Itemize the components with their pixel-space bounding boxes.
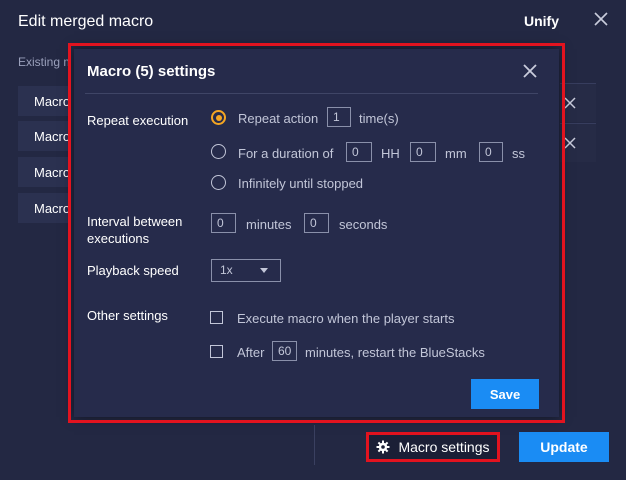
interval-minutes-unit: minutes: [246, 217, 292, 232]
minutes-unit-label: mm: [445, 146, 467, 161]
duration-minutes-input[interactable]: 0: [410, 142, 436, 162]
repeat-action-radio[interactable]: [211, 110, 226, 125]
duration-seconds-input[interactable]: 0: [479, 142, 503, 162]
hours-unit-label: HH: [381, 146, 400, 161]
restart-suffix-label: minutes, restart the BlueStacks: [305, 345, 485, 360]
close-icon[interactable]: [592, 10, 610, 28]
execute-on-start-checkbox[interactable]: [210, 311, 223, 324]
macro-settings-button[interactable]: Macro settings: [366, 432, 500, 462]
repeat-execution-label: Repeat execution: [87, 113, 189, 128]
modal-title: Macro (5) settings: [87, 63, 216, 80]
gear-icon: [376, 440, 390, 454]
restart-checkbox[interactable]: [210, 345, 223, 358]
close-icon[interactable]: [520, 61, 540, 81]
interval-label: Interval between executions: [87, 214, 183, 246]
dialog-title: Edit merged macro: [18, 13, 154, 30]
existing-macros-label: Existing macros: [18, 55, 70, 69]
list-item-remove-area: [560, 83, 596, 122]
playback-speed-label: Playback speed: [87, 263, 179, 278]
caret-down-icon: [260, 268, 268, 273]
infinite-radio[interactable]: [211, 175, 226, 190]
interval-seconds-unit: seconds: [339, 217, 388, 232]
execute-on-start-label: Execute macro when the player starts: [237, 311, 455, 326]
list-item-label: Macro: [34, 94, 71, 109]
list-item-label: Macro: [34, 165, 71, 180]
other-settings-label: Other settings: [87, 308, 168, 323]
update-button[interactable]: Update: [519, 432, 609, 462]
list-item[interactable]: Macro: [18, 157, 70, 187]
remove-icon[interactable]: [563, 96, 577, 110]
infinite-label: Infinitely until stopped: [238, 176, 364, 191]
list-item-remove-area: [560, 123, 596, 162]
remove-icon[interactable]: [563, 136, 577, 150]
list-item-label: Macro: [34, 201, 71, 216]
save-button[interactable]: Save: [471, 379, 539, 409]
restart-minutes-input[interactable]: 60: [272, 341, 297, 361]
duration-label: For a duration of: [238, 146, 334, 161]
divider: [85, 93, 538, 94]
duration-hours-input[interactable]: 0: [346, 142, 372, 162]
playback-speed-select[interactable]: 1x: [211, 259, 281, 282]
divider: [314, 425, 315, 465]
interval-seconds-input[interactable]: 0: [304, 213, 329, 233]
unify-button[interactable]: Unify: [524, 13, 559, 29]
repeat-unit-label: time(s): [359, 111, 399, 126]
seconds-unit-label: ss: [512, 146, 525, 161]
restart-prefix-label: After: [237, 345, 265, 360]
duration-radio[interactable]: [211, 144, 226, 159]
list-item[interactable]: Macro: [18, 193, 70, 223]
list-item[interactable]: Macro: [18, 121, 70, 151]
playback-speed-value: 1x: [220, 263, 233, 277]
list-item-label: Macro: [34, 129, 71, 144]
list-item[interactable]: Macro: [18, 86, 70, 116]
repeat-count-input[interactable]: 1: [327, 107, 351, 127]
macro-settings-label: Macro settings: [398, 439, 490, 455]
repeat-action-label: Repeat action: [238, 111, 319, 126]
interval-minutes-input[interactable]: 0: [211, 213, 236, 233]
